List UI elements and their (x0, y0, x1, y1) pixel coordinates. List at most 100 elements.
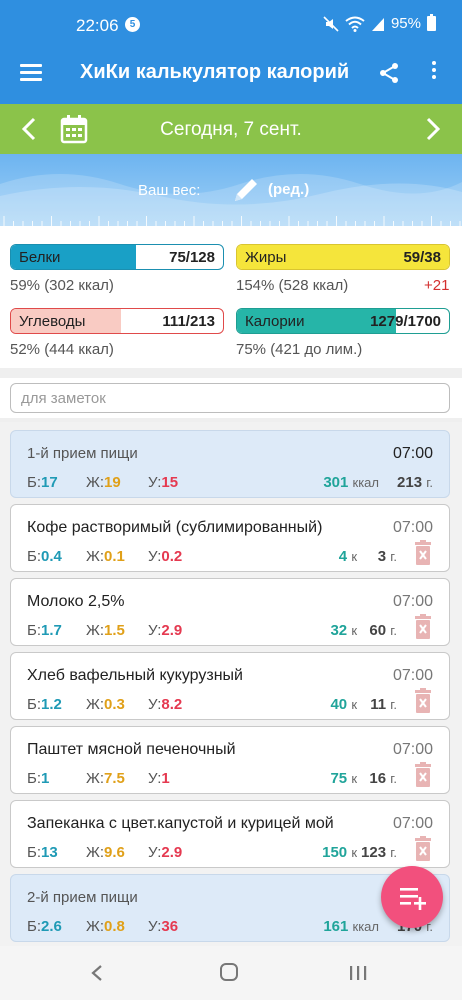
entry-calories: 32 к (330, 622, 357, 639)
protein-percent: 59% (302 ккал) (10, 277, 114, 294)
app-title: ХиКи калькулятор калорий (80, 61, 350, 83)
battery-level: 95% (390, 15, 421, 32)
mute-icon (323, 15, 339, 32)
food-entry-card[interactable]: Запеканка с цвет.капустой и курицей мой 0… (10, 800, 450, 868)
fat-amount: Ж:0.1 (86, 548, 125, 565)
entry-calories: 161 ккал (323, 918, 379, 935)
protein-amount: Б:1.7 (27, 622, 62, 639)
current-date[interactable]: Сегодня, 7 сент. (0, 119, 462, 141)
battery-icon (427, 14, 436, 31)
fat-progress[interactable]: Жиры 59/38 (236, 244, 450, 270)
entry-title: Хлеб вафельный кукурузный (27, 667, 243, 684)
home-icon[interactable] (220, 963, 238, 981)
fat-amount: Ж:0.8 (86, 918, 125, 935)
section-divider (0, 368, 462, 378)
calories-label: Калории (245, 313, 305, 330)
protein-amount: Б:1 (27, 770, 50, 787)
trash-icon[interactable] (413, 688, 433, 714)
notes-input[interactable] (10, 383, 450, 413)
entry-time: 07:00 (392, 519, 433, 536)
entry-calories: 75 к (330, 770, 357, 787)
protein-amount: Б:0.4 (27, 548, 62, 565)
food-entry-card[interactable]: Хлеб вафельный кукурузный 07:00 Б:1.2 Ж:0.3… (10, 652, 450, 720)
fat-amount: Ж:0.3 (86, 696, 125, 713)
entry-calories: 150 к (322, 844, 357, 861)
calories-value: 1279/1700 (370, 313, 441, 330)
carbs-amount: У:15 (148, 474, 179, 491)
entry-weight: 213 г. (397, 474, 433, 491)
fat-amount: Ж:7.5 (86, 770, 125, 787)
protein-amount: Б:17 (27, 474, 58, 491)
notification-badge: 5 (125, 17, 140, 32)
carbs-percent: 52% (444 ккал) (10, 341, 114, 358)
signal-icon (371, 17, 384, 31)
app-bar: ХиКи калькулятор калорий (0, 42, 462, 104)
food-entry-card[interactable]: Кофе растворимый (сублимированный) 07:00 Б… (10, 504, 450, 572)
protein-value: 75/128 (169, 249, 215, 266)
hamburger-menu-icon[interactable] (20, 64, 42, 81)
entry-title: Паштет мясной печеночный (27, 741, 236, 758)
entry-calories: 4 к (338, 548, 357, 565)
date-bar: Сегодня, 7 сент. (0, 104, 462, 154)
entry-calories: 301 ккал (323, 474, 379, 491)
fat-amount: Ж:19 (86, 474, 121, 491)
more-options-icon[interactable] (428, 61, 440, 85)
back-icon[interactable] (90, 964, 104, 982)
protein-progress[interactable]: Белки 75/128 (10, 244, 224, 270)
weight-label: Ваш вес: (138, 182, 201, 199)
carbs-amount: У:2.9 (148, 622, 183, 639)
protein-amount: Б:2.6 (27, 918, 62, 935)
fat-percent: 154% (528 ккал) (236, 277, 349, 294)
carbs-value: 111/213 (162, 313, 215, 330)
system-nav-bar (0, 946, 462, 1000)
status-time: 22:06 (76, 16, 119, 35)
entry-calories: 40 к (330, 696, 357, 713)
weight-panel: Ваш вес: (ред.) (0, 154, 462, 226)
entry-title: Кофе растворимый (сублимированный) (27, 519, 323, 536)
status-icons: 95% (323, 14, 436, 32)
protein-amount: Б:13 (27, 844, 58, 861)
entry-weight: 123 г. (361, 844, 397, 861)
share-icon[interactable] (378, 62, 400, 84)
entry-weight: 11 г. (370, 696, 397, 713)
fat-label: Жиры (245, 249, 287, 266)
food-entry-card[interactable]: Молоко 2,5% 07:00 Б:1.7 Ж:1.5 У:2.9 32 к 60 г. (10, 578, 450, 646)
protein-label: Белки (19, 249, 61, 266)
entry-time: 07:00 (392, 741, 433, 758)
fat-amount: Ж:9.6 (86, 844, 125, 861)
entry-weight: 16 г. (369, 770, 397, 787)
trash-icon[interactable] (413, 836, 433, 862)
playlist-add-icon (400, 888, 426, 910)
entry-title: Запеканка с цвет.капустой и курицей мой (27, 815, 334, 832)
fat-amount: Ж:1.5 (86, 622, 125, 639)
entry-time: 07:00 (392, 815, 433, 832)
fat-value: 59/38 (403, 249, 441, 266)
meal-header-card[interactable]: 1-й прием пищи 07:00 Б:17 Ж:19 У:15 301 ккал 2… (10, 430, 450, 498)
pencil-icon[interactable] (230, 174, 262, 206)
carbs-amount: У:2.9 (148, 844, 183, 861)
carbs-label: Углеводы (19, 313, 86, 330)
trash-icon[interactable] (413, 614, 433, 640)
entry-time: 07:00 (392, 445, 433, 462)
entry-time: 07:00 (392, 667, 433, 684)
carbs-amount: У:36 (148, 918, 179, 935)
weight-edit-link[interactable]: (ред.) (268, 181, 309, 198)
entry-weight: 3 г. (377, 548, 397, 565)
trash-icon[interactable] (413, 540, 433, 566)
wifi-icon (345, 16, 365, 32)
trash-icon[interactable] (413, 762, 433, 788)
chevron-right-icon[interactable] (422, 116, 444, 142)
carbs-progress[interactable]: Углеводы 111/213 (10, 308, 224, 334)
entry-title: Молоко 2,5% (27, 593, 125, 610)
entry-title: 1-й прием пищи (27, 445, 138, 462)
entry-title: 2-й прием пищи (27, 889, 138, 906)
food-entry-card[interactable]: Паштет мясной печеночный 07:00 Б:1 Ж:7.5 У:1… (10, 726, 450, 794)
calories-percent: 75% (421 до лим.) (236, 341, 363, 358)
calories-progress[interactable]: Калории 1279/1700 (236, 308, 450, 334)
recent-apps-icon[interactable] (348, 965, 368, 981)
fat-excess: +21 (424, 277, 450, 294)
add-food-button[interactable] (381, 866, 443, 928)
carbs-amount: У:1 (148, 770, 170, 787)
ruler-scale (3, 216, 461, 226)
protein-amount: Б:1.2 (27, 696, 62, 713)
